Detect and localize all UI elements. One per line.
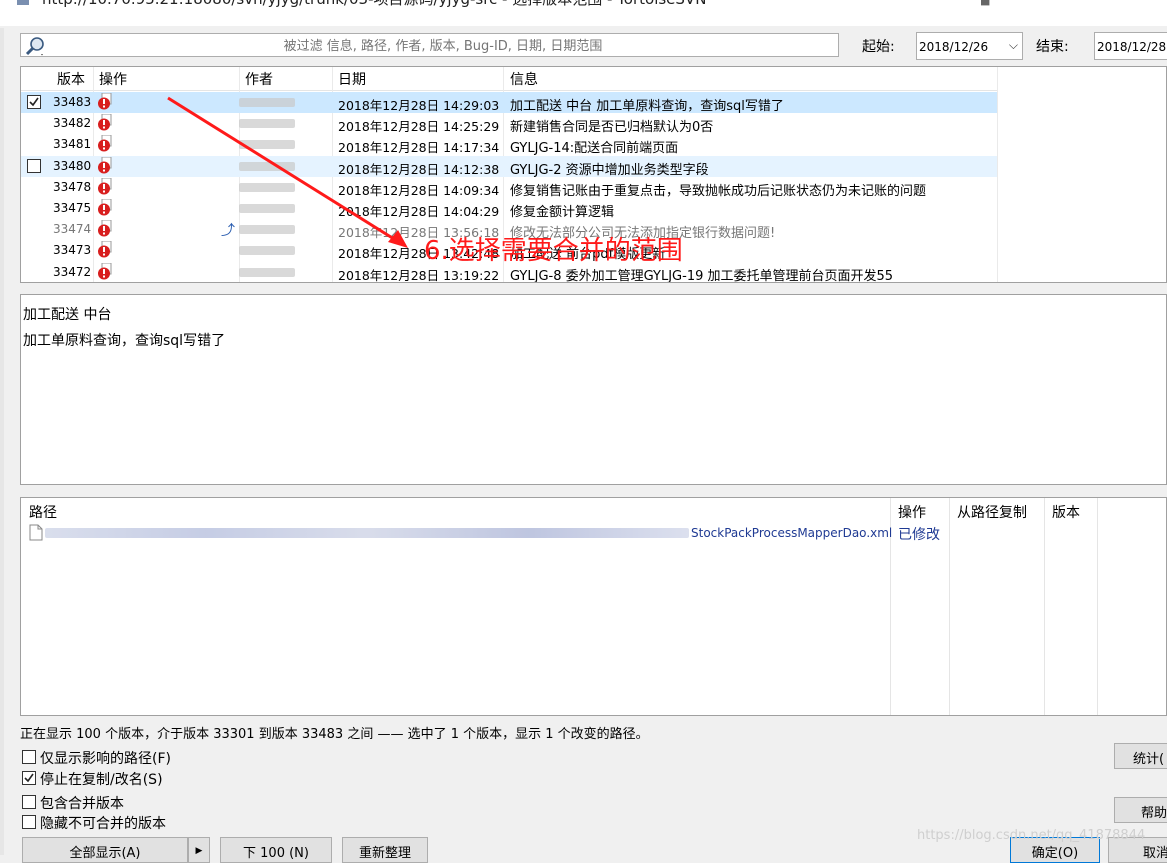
annotation-text: 6.选择需要合并的范围 [424,236,683,266]
col-path-revision[interactable]: 版本 [1052,502,1080,522]
option-label[interactable]: 包含合并版本 [40,793,124,813]
next-100-button[interactable]: 下 100 (N) [220,837,332,863]
end-date-picker[interactable]: 2018/12/28 [1094,32,1167,60]
row-message: 修复金额计算逻辑 [510,205,615,220]
row-message: GYLJG-8 委外加工管理GYLJG-19 加工委托单管理前台页面开发55 [510,268,894,283]
col-date[interactable]: 日期 [338,69,366,89]
option-checkbox[interactable] [22,750,36,764]
modified-icon [98,262,112,280]
statistics-label: 统计( [1133,752,1165,767]
start-date-value: 2018/12/26 [919,40,989,54]
modified-icon [98,199,112,216]
message-line-2: 加工单原料查询，查询sql写错了 [23,333,226,349]
filter-input[interactable] [51,35,835,57]
col-action[interactable]: 操作 [99,69,127,89]
row-revision: 33473 [53,243,92,258]
row-revision: 33482 [53,116,92,131]
redacted-path [45,528,689,538]
col-author[interactable]: 作者 [245,69,273,89]
row-revision: 33483 [53,95,92,109]
row-revision: 33475 [53,201,92,215]
row-message: 新建销售合同是否已归档默认为0否 [510,120,714,136]
cancel-label: 取消 [1143,846,1167,861]
chevron-down-icon[interactable]: ⌵ [1009,38,1018,53]
modified-icon [98,177,112,195]
help-label: 帮助 [1141,806,1167,821]
file-icon [29,524,43,541]
message-line-1: 加工配送 中台 [23,307,112,323]
redacted-author [239,267,295,277]
start-label: 起始: [862,39,895,55]
row-revision: 33474 [53,222,92,237]
changed-paths-list[interactable]: 路径 操作 从路径复制 版本 StockPackProcessMapperDao… [20,497,1167,716]
statistics-button[interactable]: 统计( [1114,743,1167,769]
ok-label: 确定(O) [1031,846,1079,861]
show-all-label: 全部显示(A) [69,846,141,861]
next-100-label: 下 100 (N) [243,846,309,861]
status-text: 正在显示 100 个版本，介于版本 33301 到版本 33483 之间 —— … [20,727,649,742]
help-button[interactable]: 帮助 [1114,797,1167,823]
show-all-dropdown[interactable]: ▶ [188,837,210,863]
search-icon[interactable] [25,36,45,56]
option-checkbox[interactable] [22,815,36,829]
checkmark-icon [29,97,39,107]
row-message: 加工配送 中台 加工单原料查询，查询sql写错了 [510,99,784,114]
row-revision: 33472 [53,264,92,279]
col-path[interactable]: 路径 [29,502,57,522]
tortoisesvn-icon [17,0,29,5]
option-checkbox[interactable] [22,771,36,785]
col-path-action[interactable]: 操作 [898,502,926,522]
log-message-pane[interactable]: 加工配送 中台 加工单原料查询，查询sql写错了 [20,294,1167,485]
col-copy-from[interactable]: 从路径复制 [957,502,1027,522]
option-label[interactable]: 隐藏不可合并的版本 [40,813,166,833]
filter-box[interactable] [20,33,839,57]
row-revision: 33480 [53,158,92,173]
modified-icon [98,135,112,152]
option-label[interactable]: 停止在复制/改名(S) [40,769,163,789]
watermark: https://blog.csdn.net/qq_41878844 [917,828,1146,843]
option-label[interactable]: 仅显示影响的路径(F) [40,748,171,768]
row-checkbox[interactable] [27,95,41,109]
row-revision: 33478 [53,179,92,194]
row-message: GYLJG-14:配送合同前端页面 [510,141,679,157]
checkmark-icon [24,773,34,783]
option-checkbox[interactable] [22,795,36,809]
modified-icon [98,241,112,258]
row-date: 2018年12月28日 13:19:22 [338,267,500,283]
row-message: GYLJG-2 资源中增加业务类型字段 [510,162,709,178]
changed-file-action: 已修改 [898,527,940,543]
col-message[interactable]: 信息 [510,69,538,89]
changed-file-name[interactable]: StockPackProcessMapperDao.xml [691,526,892,540]
modified-icon [98,93,112,110]
row-revision: 33481 [53,137,92,152]
window-controls-icon[interactable]: ■ [980,0,990,7]
row-message: 修复销售记账由于重复点击，导致抛帐成功后记账状态仍为未记账的问题 [510,183,927,199]
show-all-button[interactable]: 全部显示(A) [22,837,188,863]
modified-icon [98,114,112,131]
background-window-strip [0,28,4,855]
window-title: http://10.70.95.21:18080/svn/yjyg/trunk/… [42,0,706,9]
log-header: 版本 操作 作者 日期 信息 [21,67,997,91]
refresh-label: 重新整理 [358,846,411,861]
row-checkbox[interactable] [27,158,41,173]
title-bar: http://10.70.95.21:18080/svn/yjyg/trunk/… [0,0,1167,26]
end-date-value: 2018/12/28 [1097,40,1167,54]
annotation-arrow [167,96,408,248]
refresh-button[interactable]: 重新整理 [342,837,428,863]
end-label: 结束: [1036,39,1069,55]
col-revision[interactable]: 版本 [57,69,85,89]
modified-icon [98,156,112,174]
modified-icon [98,220,112,237]
start-date-picker[interactable]: 2018/12/26 ⌵ [916,32,1023,60]
